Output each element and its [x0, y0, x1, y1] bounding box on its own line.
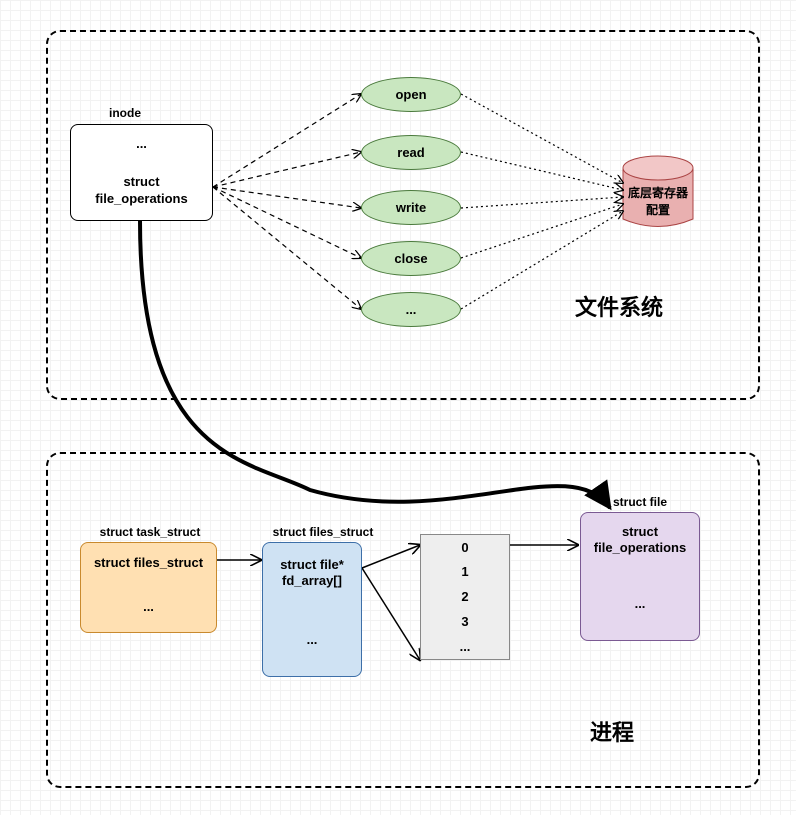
connectors-svg	[0, 0, 796, 815]
files-struct-title: struct files_struct	[263, 525, 383, 539]
op-open: open	[361, 77, 461, 112]
fd-3: 3	[420, 609, 510, 635]
op-close: close	[361, 241, 461, 276]
register-label: 底层寄存器配置	[623, 184, 693, 218]
inode-title: inode	[95, 106, 155, 120]
fd-0: 0	[420, 534, 510, 560]
struct-file-title: struct file	[600, 495, 680, 509]
diagram-canvas: inode ... struct file_operations open re…	[0, 0, 796, 815]
inode-row-dots: ...	[70, 124, 213, 162]
struct-file-row1: struct file_operations	[580, 512, 700, 568]
op-write: write	[361, 190, 461, 225]
struct-file-row2: ...	[580, 567, 700, 641]
op-more: ...	[361, 292, 461, 327]
files-struct-row2: ...	[262, 603, 362, 677]
task-struct-row2: ...	[80, 581, 217, 633]
op-read: read	[361, 135, 461, 170]
process-title: 进程	[590, 715, 634, 747]
filesystem-title: 文件系统	[575, 290, 663, 322]
fd-more: ...	[420, 634, 510, 660]
fd-1: 1	[420, 559, 510, 585]
files-struct-row1: struct file* fd_array[]	[262, 542, 362, 604]
fd-2: 2	[420, 584, 510, 610]
task-struct-row1: struct files_struct	[80, 542, 217, 582]
inode-row-fileops: struct file_operations	[70, 161, 213, 221]
task-struct-title: struct task_struct	[85, 525, 215, 539]
